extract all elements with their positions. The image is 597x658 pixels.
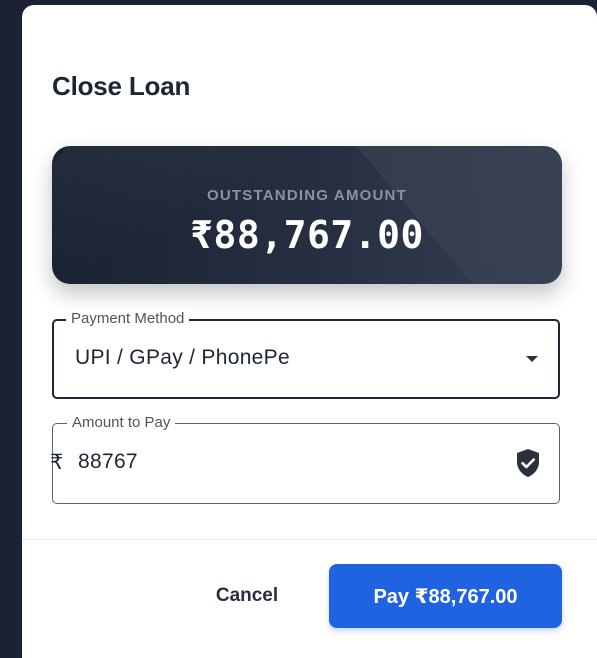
footer-divider <box>22 539 597 540</box>
amount-to-pay-field[interactable]: Amount to Pay ₹ 88767 <box>50 414 560 504</box>
currency-prefix: ₹ <box>50 451 64 474</box>
shield-check-icon <box>517 449 539 477</box>
payment-method-label: Payment Method <box>66 310 190 328</box>
cancel-button[interactable]: Cancel <box>202 576 292 614</box>
payment-method-value: UPI / GPay / PhonePe <box>75 346 290 369</box>
outstanding-amount-card: OUTSTANDING AMOUNT ₹88,767.00 <box>52 146 562 284</box>
chevron-down-icon[interactable] <box>526 356 538 362</box>
payment-method-select[interactable]: Payment Method UPI / GPay / PhonePe <box>52 310 560 399</box>
amount-to-pay-label: Amount to Pay <box>67 414 176 432</box>
outstanding-amount-value: ₹88,767.00 <box>190 213 424 257</box>
amount-to-pay-input[interactable]: 88767 <box>78 450 138 474</box>
outstanding-amount-label: OUTSTANDING AMOUNT <box>207 187 407 204</box>
pay-button[interactable]: Pay ₹88,767.00 <box>329 564 562 628</box>
dialog-title: Close Loan <box>52 71 191 101</box>
close-loan-dialog: Close Loan OUTSTANDING AMOUNT ₹88,767.00… <box>22 5 597 658</box>
